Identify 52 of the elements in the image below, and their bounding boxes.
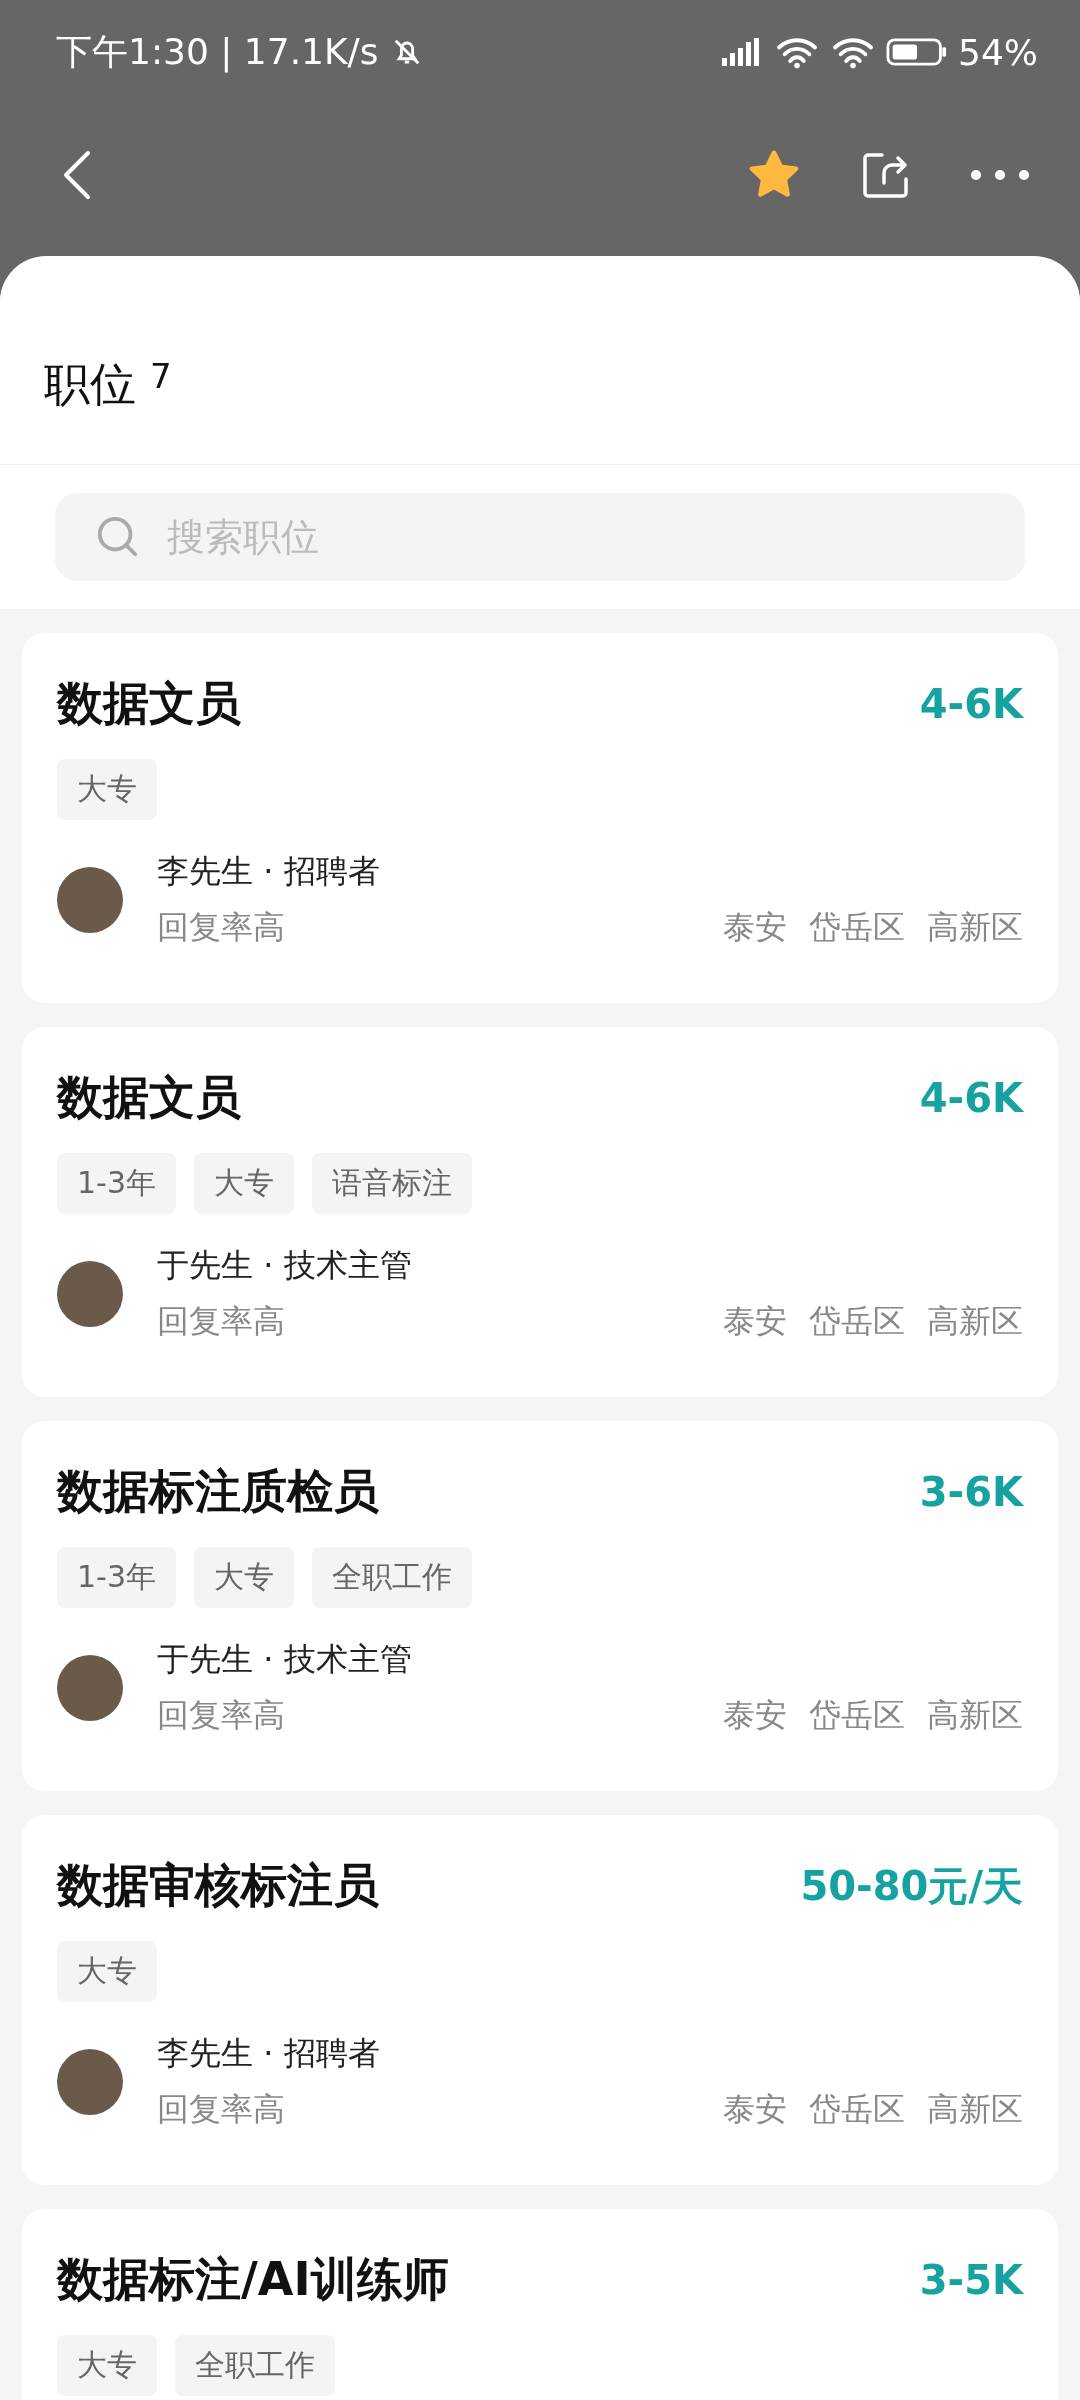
back-icon[interactable] [62,150,92,200]
location: 泰安 [723,2089,787,2130]
salary: 4-6K [919,681,1023,727]
job-title: 数据文员 [57,1069,241,1126]
job-tag: 1-3年 [57,1547,176,1608]
job-card[interactable]: 数据标注/AI训练师 3-5K 大专 全职工作 [22,2209,1058,2400]
location: 泰安 [723,1695,787,1736]
location: 高新区 [927,1695,1023,1736]
job-tag: 大专 [194,1547,294,1608]
location: 高新区 [927,1301,1023,1342]
location: 泰安 [723,1301,787,1342]
location: 岱岳区 [809,2089,905,2130]
recruiter-name: 于先生 · 技术主管 [157,1245,413,1286]
location: 岱岳区 [809,1695,905,1736]
job-title: 数据标注质检员 [57,1463,379,1520]
location: 高新区 [927,907,1023,948]
battery-percent: 54% [958,31,1038,73]
job-tag: 1-3年 [57,1153,176,1214]
status-time: 下午1:30 | 17.1K/s [56,29,379,75]
job-card[interactable]: 数据标注质检员 3-6K 1-3年 大专 全职工作 于先生 · 技术主管 回复率高 泰安 岱岳区 高新区 [22,1421,1058,1791]
job-card[interactable]: 数据审核标注员 50-80元/天 大专 李先生 · 招聘者 回复率高 泰安 岱岳区 高新区 [22,1815,1058,2185]
salary: 3-5K [919,2257,1023,2303]
location: 岱岳区 [809,907,905,948]
location: 高新区 [927,2089,1023,2130]
salary: 4-6K [919,1075,1023,1121]
section-title: 职位 $^{7}$ [0,278,1080,465]
reply-rate: 回复率高 [157,1695,285,1736]
job-tag: 大专 [57,2335,157,2396]
job-card[interactable]: 数据文员 4-6K 1-3年 大专 语音标注 于先生 · 技术主管 回复率高 泰安 岱岳区 高新区 [22,1027,1058,1397]
reply-rate: 回复率高 [157,2089,285,2130]
battery-icon [886,37,948,67]
job-title: 数据标注/AI训练师 [57,2251,449,2308]
job-tag: 全职工作 [312,1547,472,1608]
job-tag: 语音标注 [312,1153,472,1214]
job-tag: 全职工作 [175,2335,335,2396]
reply-rate: 回复率高 [157,1301,285,1342]
job-title: 数据审核标注员 [57,1857,379,1914]
salary: 50-80元/天 [800,1861,1023,1911]
search-field[interactable]: 搜索职位 [55,493,1025,581]
job-tag: 大专 [57,1941,157,2002]
recruiter-name: 于先生 · 技术主管 [157,1639,413,1680]
job-card[interactable]: 数据文员 4-6K 大专 李先生 · 招聘者 回复率高 泰安 岱岳区 高新区 [22,633,1058,1003]
recruiter-name: 李先生 · 招聘者 [157,2033,381,2074]
location: 泰安 [723,907,787,948]
more-icon[interactable] [970,169,1030,181]
job-title: 数据文员 [57,675,241,732]
salary: 3-6K [919,1469,1023,1515]
job-tag: 大专 [194,1153,294,1214]
location: 岱岳区 [809,1301,905,1342]
recruiter-name: 李先生 · 招聘者 [157,851,381,892]
job-tag: 大专 [57,759,157,820]
reply-rate: 回复率高 [157,907,285,948]
